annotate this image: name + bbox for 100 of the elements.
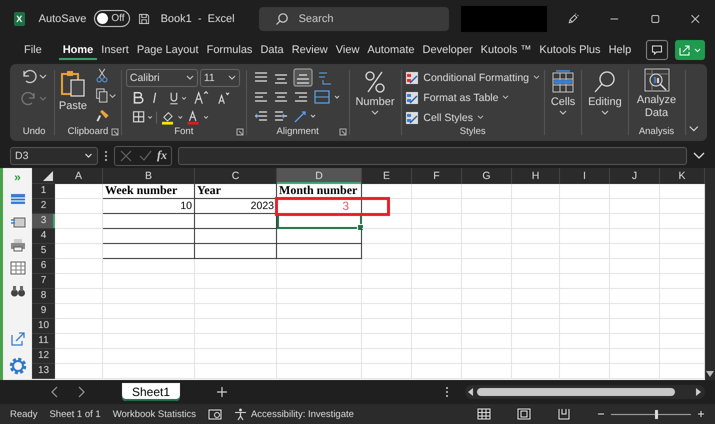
- ribbon-tab[interactable]: Home: [58, 40, 98, 60]
- cancel-icon[interactable]: [119, 148, 133, 163]
- scroll-down-icon[interactable]: [706, 371, 714, 378]
- row-header[interactable]: 5: [32, 244, 55, 258]
- sheet-tab[interactable]: Sheet1: [122, 383, 180, 402]
- normal-view-icon[interactable]: [477, 408, 491, 420]
- workbook-icon[interactable]: [10, 192, 26, 206]
- ribbon-tab[interactable]: Data: [256, 40, 288, 60]
- number-button[interactable]: Number: [353, 70, 397, 116]
- empty-cell[interactable]: [277, 228, 362, 244]
- page-layout-view-icon[interactable]: [517, 408, 531, 420]
- row-header[interactable]: 11: [32, 334, 55, 348]
- share-button[interactable]: [675, 40, 705, 60]
- row-header[interactable]: 12: [32, 348, 55, 364]
- dialog-launcher-icon[interactable]: [111, 128, 120, 136]
- ribbon-tab[interactable]: Help: [604, 40, 636, 60]
- empty-cell[interactable]: [195, 228, 277, 244]
- row-header[interactable]: 6: [32, 258, 55, 274]
- column-header[interactable]: H: [512, 168, 560, 184]
- row-header[interactable]: 9: [32, 304, 55, 318]
- external-link-icon[interactable]: [10, 331, 26, 348]
- row-header[interactable]: 1: [32, 184, 55, 198]
- accessibility-button[interactable]: Accessibility: Investigate: [234, 408, 354, 421]
- insert-function-button[interactable]: fx: [157, 148, 167, 164]
- column-header[interactable]: C: [195, 168, 277, 184]
- table-cell: 10: [103, 198, 195, 214]
- ribbon-tab[interactable]: View: [332, 40, 364, 60]
- name-manager-icon[interactable]: [10, 214, 26, 228]
- ribbon-tab[interactable]: Automate: [363, 40, 419, 60]
- row-header[interactable]: 10: [32, 318, 55, 334]
- row-header[interactable]: 13: [32, 364, 55, 378]
- previous-sheet-icon[interactable]: [50, 386, 60, 398]
- ribbon-tab[interactable]: Developer: [418, 40, 477, 60]
- empty-cell[interactable]: [103, 214, 195, 228]
- zoom-slider-thumb[interactable]: [655, 410, 658, 419]
- column-header[interactable]: A: [55, 168, 103, 184]
- editing-button[interactable]: Editing: [586, 70, 624, 116]
- table-icon[interactable]: [10, 260, 26, 274]
- camera-icon[interactable]: [208, 408, 222, 420]
- workbook-statistics-button[interactable]: Workbook Statistics: [112, 408, 196, 420]
- zoom-in-icon[interactable]: [697, 410, 705, 418]
- empty-cell[interactable]: [195, 244, 277, 258]
- row-header[interactable]: 4: [32, 228, 55, 244]
- dialog-launcher-icon[interactable]: [338, 128, 347, 136]
- ribbon-tab[interactable]: File: [20, 40, 46, 60]
- empty-cell[interactable]: [277, 244, 362, 258]
- ribbon-tab[interactable]: Kutools ™: [476, 40, 536, 60]
- font-size-dropdown[interactable]: 11: [200, 68, 240, 87]
- collapse-ribbon-icon[interactable]: [689, 124, 699, 133]
- ribbon-tab[interactable]: Page Layout: [132, 40, 203, 60]
- row-header[interactable]: 3: [32, 214, 55, 228]
- styles-menu-button[interactable]: Conditional Formatting: [405, 70, 540, 85]
- page-break-view-icon[interactable]: [557, 408, 571, 420]
- binoculars-icon[interactable]: [10, 284, 26, 298]
- vertical-scrollbar[interactable]: [705, 168, 715, 380]
- formula-input[interactable]: [178, 146, 687, 165]
- ribbon-tab[interactable]: Formulas: [202, 40, 256, 60]
- comments-button[interactable]: [646, 40, 668, 60]
- styles-menu-button[interactable]: Cell Styles: [405, 110, 540, 125]
- document-title: Book1 - Excel: [160, 12, 235, 25]
- empty-cell[interactable]: [195, 214, 277, 228]
- row-header[interactable]: 7: [32, 274, 55, 288]
- scissors-icon[interactable]: [95, 68, 110, 83]
- settings-icon[interactable]: [8, 356, 28, 376]
- column-header[interactable]: E: [362, 168, 412, 184]
- expand-formula-icon[interactable]: [693, 152, 705, 160]
- search-field[interactable]: Search: [258, 6, 449, 31]
- printer-icon[interactable]: [10, 238, 26, 252]
- paste-button[interactable]: Paste: [58, 68, 88, 126]
- active-cell[interactable]: [277, 214, 362, 228]
- column-header[interactable]: F: [412, 168, 462, 184]
- ribbon-tab[interactable]: Review: [288, 40, 332, 60]
- column-header[interactable]: G: [462, 168, 512, 184]
- table-cell: Week number: [103, 184, 195, 198]
- more-icon[interactable]: [445, 386, 449, 398]
- horizontal-scrollbar[interactable]: [465, 385, 705, 400]
- column-header[interactable]: I: [560, 168, 610, 184]
- select-all-button[interactable]: [32, 168, 55, 184]
- column-header[interactable]: K: [660, 168, 705, 184]
- next-sheet-icon[interactable]: [76, 386, 86, 398]
- column-header[interactable]: D: [277, 168, 362, 184]
- styles-menu-button[interactable]: Format as Table: [405, 90, 540, 105]
- column-header[interactable]: B: [103, 168, 195, 184]
- check-icon[interactable]: [138, 148, 152, 163]
- row-header[interactable]: 8: [32, 288, 55, 304]
- column-header[interactable]: J: [610, 168, 660, 184]
- autosave-toggle[interactable]: Off: [94, 10, 130, 28]
- empty-cell[interactable]: [103, 228, 195, 244]
- row-header[interactable]: 2: [32, 198, 55, 214]
- empty-cell[interactable]: [103, 244, 195, 258]
- add-sheet-icon[interactable]: [216, 386, 228, 398]
- name-box[interactable]: D3: [10, 146, 98, 165]
- dialog-launcher-icon[interactable]: [236, 128, 244, 136]
- copy-icon[interactable]: [95, 88, 118, 103]
- analyze-data-button[interactable]: Analyze Data: [632, 68, 680, 126]
- font-name-dropdown[interactable]: Calibri: [126, 68, 198, 87]
- ribbon-tab[interactable]: Kutools Plus: [535, 40, 605, 60]
- cells-button[interactable]: Cells: [548, 70, 578, 116]
- ribbon-tab[interactable]: Insert: [97, 40, 133, 60]
- format-painter-icon[interactable]: [95, 108, 112, 123]
